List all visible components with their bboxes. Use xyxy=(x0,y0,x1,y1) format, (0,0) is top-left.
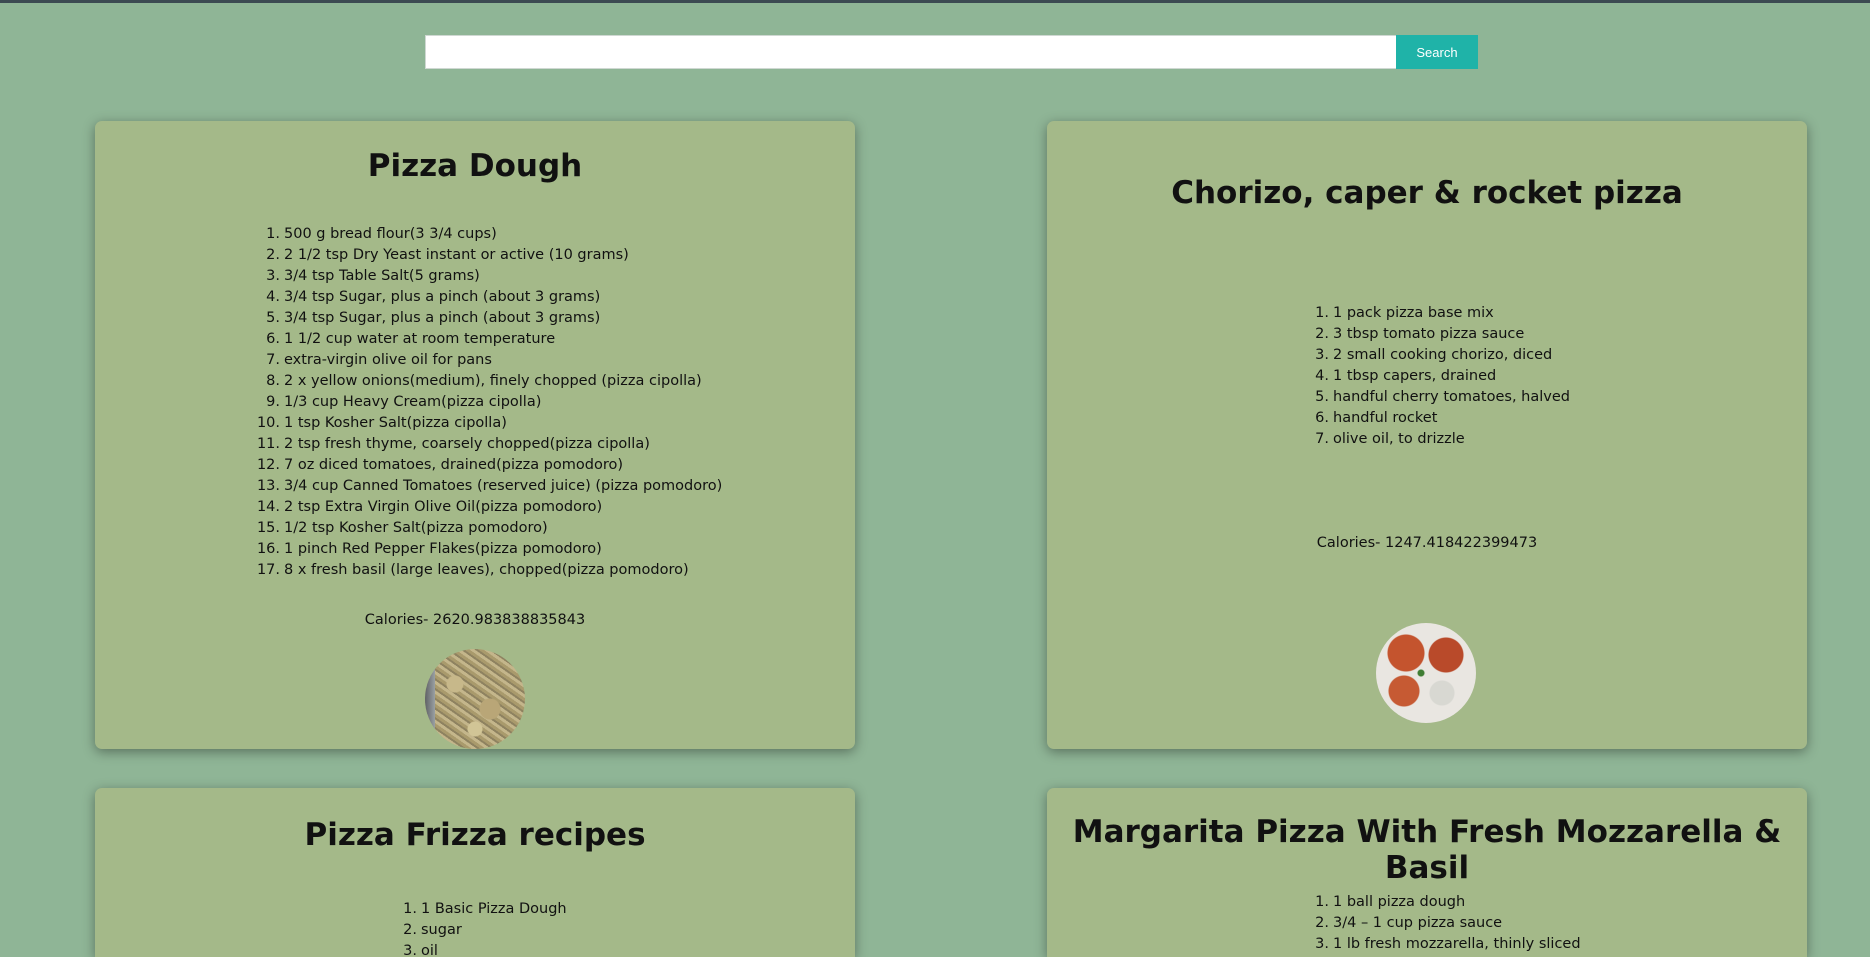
list-item: 3 tbsp tomato pizza sauce xyxy=(1295,324,1525,345)
calories-text: Calories- 2620.983838835843 xyxy=(364,612,586,628)
list-item: 2 small cooking chorizo, diced xyxy=(1295,345,1553,366)
ingredient-list: 1 pack pizza base mix 3 tbsp tomato pizz… xyxy=(1295,303,1570,450)
recipe-card: Chorizo, caper & rocket pizza 1 pack piz… xyxy=(1047,121,1807,749)
list-item: 3/4 tsp Sugar, plus a pinch (about 3 gra… xyxy=(246,287,601,308)
list-item: sugar xyxy=(383,920,462,941)
list-item: 1 tbsp capers, drained xyxy=(1295,366,1497,387)
list-item: 1 tsp Kosher Salt(pizza cipolla) xyxy=(246,413,507,434)
list-item: 3/4 – 1 cup pizza sauce xyxy=(1295,913,1503,934)
ingredient-list: 1 Basic Pizza Dough sugar oil xyxy=(383,899,567,957)
recipe-card: Pizza Dough 500 g bread flour(3 3/4 cups… xyxy=(95,121,855,749)
list-item: 1 1/2 cup water at room temperature xyxy=(246,329,556,350)
recipe-title: Pizza Dough xyxy=(367,148,583,184)
calories-text: Calories- 1247.418422399473 xyxy=(1316,535,1538,551)
list-item: 2 tsp fresh thyme, coarsely chopped(pizz… xyxy=(246,434,650,455)
list-item: 2 x yellow onions(medium), finely choppe… xyxy=(246,371,702,392)
list-item: 1/2 tsp Kosher Salt(pizza pomodoro) xyxy=(246,518,548,539)
list-item: 8 x fresh basil (large leaves), chopped(… xyxy=(246,560,689,581)
list-item: handful rocket xyxy=(1295,408,1438,429)
ingredient-list: 1 ball pizza dough 3/4 – 1 cup pizza sau… xyxy=(1295,892,1581,955)
top-border xyxy=(0,0,1870,3)
list-item: handful cherry tomatoes, halved xyxy=(1295,387,1570,408)
list-item: 500 g bread flour(3 3/4 cups) xyxy=(246,224,497,245)
recipe-card: Margarita Pizza With Fresh Mozzarella & … xyxy=(1047,788,1807,957)
list-item: 1 pack pizza base mix xyxy=(1295,303,1494,324)
list-item: 3/4 tsp Sugar, plus a pinch (about 3 gra… xyxy=(246,308,601,329)
list-item: 1 ball pizza dough xyxy=(1295,892,1466,913)
recipe-title: Pizza Frizza recipes xyxy=(304,817,646,853)
list-item: 2 tsp Extra Virgin Olive Oil(pizza pomod… xyxy=(246,497,603,518)
list-item: 1/3 cup Heavy Cream(pizza cipolla) xyxy=(246,392,542,413)
list-item: 2 1/2 tsp Dry Yeast instant or active (1… xyxy=(246,245,629,266)
search-bar: Search xyxy=(425,35,1478,69)
chorizo-pizza-photo xyxy=(1376,623,1476,723)
list-item: 3/4 tsp Table Salt(5 grams) xyxy=(246,266,480,287)
list-item: extra-virgin olive oil for pans xyxy=(246,350,492,371)
list-item: olive oil, to drizzle xyxy=(1295,429,1465,450)
list-item: oil xyxy=(383,941,438,957)
search-input[interactable] xyxy=(425,35,1396,69)
list-item: 1 pinch Red Pepper Flakes(pizza pomodoro… xyxy=(246,539,602,560)
ingredient-list: 500 g bread flour(3 3/4 cups) 2 1/2 tsp … xyxy=(246,224,723,581)
recipe-card: Pizza Frizza recipes 1 Basic Pizza Dough… xyxy=(95,788,855,957)
recipe-title: Margarita Pizza With Fresh Mozzarella & … xyxy=(1072,814,1782,886)
pizza-dough-photo xyxy=(425,649,525,749)
list-item: 1 Basic Pizza Dough xyxy=(383,899,567,920)
list-item: 7 oz diced tomatoes, drained(pizza pomod… xyxy=(246,455,624,476)
list-item: 3/4 cup Canned Tomatoes (reserved juice)… xyxy=(246,476,723,497)
recipe-title: Chorizo, caper & rocket pizza xyxy=(1171,175,1683,211)
list-item: 1 lb fresh mozzarella, thinly sliced xyxy=(1295,934,1581,955)
search-button[interactable]: Search xyxy=(1396,35,1478,69)
